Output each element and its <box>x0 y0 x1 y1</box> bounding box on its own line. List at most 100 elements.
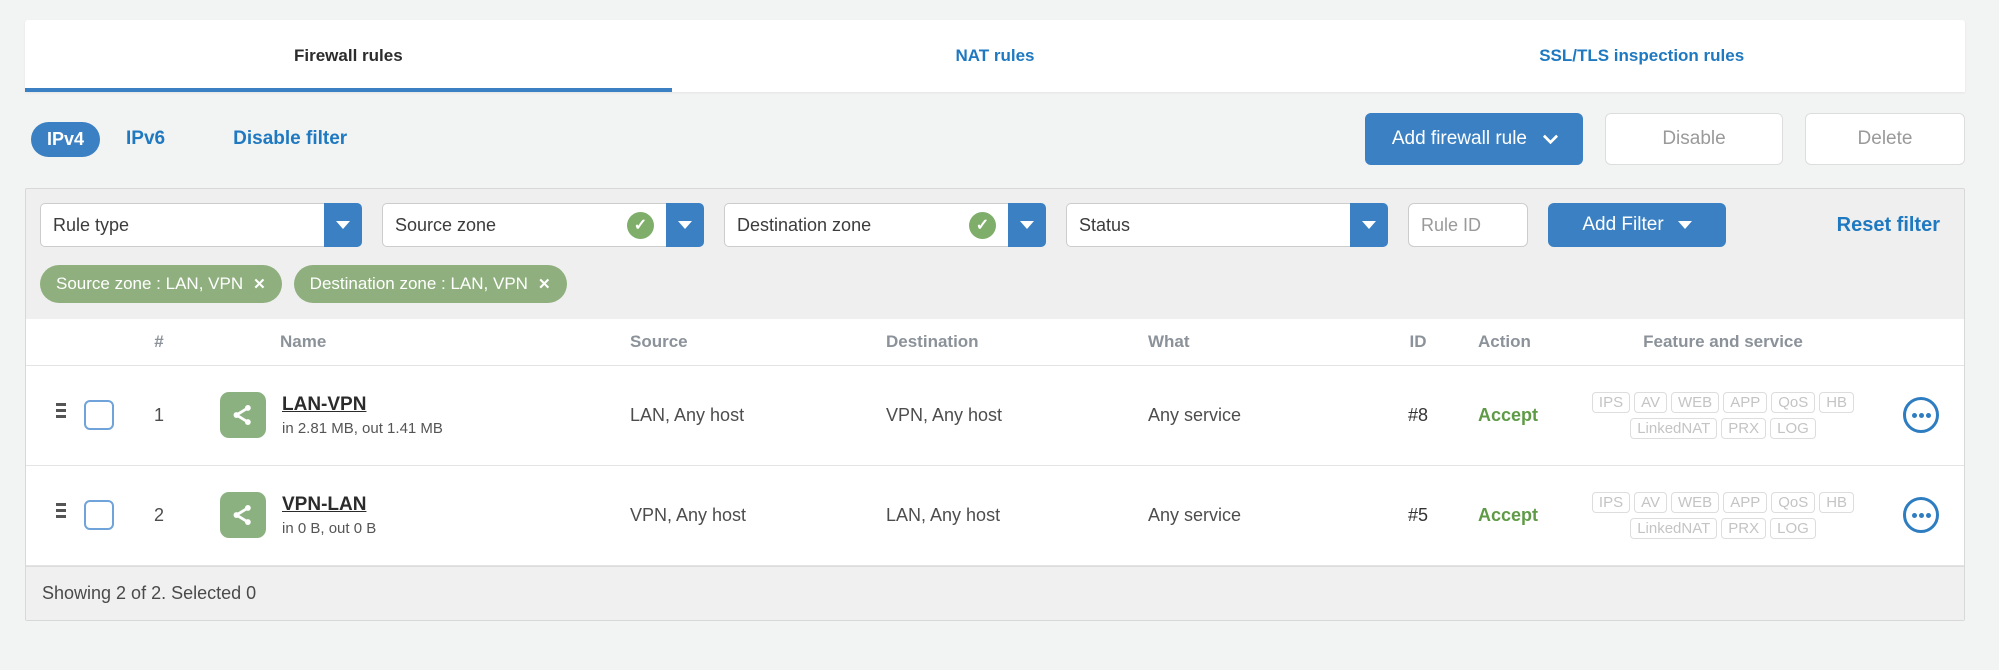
rule-action: Accept <box>1458 465 1568 566</box>
rule-source: VPN, Any host <box>610 465 866 566</box>
source-zone-dropdown-label: Source zone ✓ <box>382 203 666 247</box>
chip-remove-icon[interactable]: ✕ <box>538 275 551 293</box>
filter-row: Rule type Source zone ✓ Destination zone… <box>26 189 1964 259</box>
toolbar: IPv4 IPv6 Disable filter Add firewall ru… <box>25 92 1965 188</box>
active-filter-chips: Source zone : LAN, VPN ✕ Destination zon… <box>26 259 1964 319</box>
caret-down-icon <box>1020 221 1034 229</box>
dropdown-toggle-button[interactable] <box>1350 203 1388 247</box>
feature-badge: QoS <box>1771 491 1816 513</box>
destination-zone-dropdown[interactable]: Destination zone ✓ <box>724 203 1046 247</box>
rule-what: Any service <box>1128 365 1378 466</box>
tab-nat-rules[interactable]: NAT rules <box>672 20 1319 92</box>
share-icon-glyph <box>233 405 251 425</box>
header-drag <box>26 319 70 366</box>
dropdown-toggle-button[interactable] <box>1008 203 1046 247</box>
filter-applied-check-icon: ✓ <box>969 211 996 239</box>
header-id: ID <box>1378 319 1458 366</box>
rule-destination: VPN, Any host <box>866 365 1128 466</box>
rule-source: LAN, Any host <box>610 365 866 466</box>
status-dropdown-label: Status <box>1066 203 1350 247</box>
row-number: 1 <box>128 365 190 466</box>
dropdown-text: Destination zone <box>737 214 872 235</box>
source-zone-dropdown[interactable]: Source zone ✓ <box>382 203 704 247</box>
feature-badge: APP <box>1723 491 1768 513</box>
feature-badge: PRX <box>1721 417 1767 439</box>
page: Firewall rules NAT rules SSL/TLS inspect… <box>0 0 1999 621</box>
caret-down-icon <box>678 221 692 229</box>
add-filter-button[interactable]: Add Filter <box>1548 203 1726 247</box>
filter-chip-destination-zone[interactable]: Destination zone : LAN, VPN ✕ <box>293 265 567 303</box>
dropdown-toggle-button[interactable] <box>324 203 362 247</box>
rule-name-link[interactable]: LAN-VPN <box>282 394 443 416</box>
filter-applied-check-icon: ✓ <box>627 211 654 239</box>
dropdown-text: Status <box>1079 214 1131 235</box>
rule-traffic: in 0 B, out 0 B <box>282 519 377 537</box>
feature-badge: IPS <box>1591 391 1631 413</box>
caret-down-icon <box>1677 221 1692 229</box>
row-more-actions-button[interactable] <box>1903 397 1939 433</box>
chip-label: Source zone : LAN, VPN <box>56 274 244 293</box>
row-checkbox[interactable] <box>84 400 114 430</box>
disable-filter-link[interactable]: Disable filter <box>233 128 347 150</box>
table-header-row: # Name Source Destination What ID Action… <box>26 319 1964 366</box>
feature-badges: IPS AV WEB APP QoS HB LinkedNAT PRX LOG <box>1568 391 1878 439</box>
share-icon[interactable] <box>220 492 266 538</box>
row-number: 2 <box>128 465 190 566</box>
tab-bar: Firewall rules NAT rules SSL/TLS inspect… <box>25 20 1965 92</box>
drag-handle-icon[interactable] <box>56 503 66 506</box>
feature-badge: LOG <box>1770 417 1816 439</box>
header-more <box>1878 319 1964 366</box>
add-firewall-rule-button[interactable]: Add firewall rule <box>1364 113 1583 165</box>
rule-id-input[interactable] <box>1408 203 1528 247</box>
header-source: Source <box>610 319 866 366</box>
delete-button[interactable]: Delete <box>1805 113 1965 165</box>
header-destination: Destination <box>866 319 1128 366</box>
row-checkbox[interactable] <box>84 500 114 530</box>
tab-ssl-tls-inspection-rules[interactable]: SSL/TLS inspection rules <box>1318 20 1965 92</box>
header-name: Name <box>190 319 610 366</box>
header-select <box>70 319 128 366</box>
feature-badge: LOG <box>1770 517 1816 539</box>
chevron-down-icon <box>1542 128 1559 144</box>
header-action: Action <box>1458 319 1568 366</box>
feature-badge: HB <box>1819 391 1855 413</box>
row-more-actions-button[interactable] <box>1903 497 1939 533</box>
feature-badges: IPS AV WEB APP QoS HB LinkedNAT PRX LOG <box>1568 491 1878 539</box>
rule-destination: LAN, Any host <box>866 465 1128 566</box>
caret-down-icon <box>1362 221 1376 229</box>
dropdown-text: Rule type <box>53 214 130 235</box>
share-icon[interactable] <box>220 392 266 438</box>
tab-label: Firewall rules <box>294 46 403 65</box>
feature-badge: APP <box>1723 391 1768 413</box>
ipv4-toggle[interactable]: IPv4 <box>31 121 101 157</box>
feature-badge: LinkedNAT <box>1630 517 1718 539</box>
chip-label: Destination zone : LAN, VPN <box>309 274 528 293</box>
table-row: 1 LAN-VPN in 2.81 MB, out 1.41 MB LAN, A… <box>26 365 1964 466</box>
filter-chip-source-zone[interactable]: Source zone : LAN, VPN ✕ <box>40 265 282 303</box>
caret-down-icon <box>336 221 350 229</box>
chip-remove-icon[interactable]: ✕ <box>253 275 266 293</box>
reset-filter-link[interactable]: Reset filter <box>1837 214 1948 237</box>
rule-name-link[interactable]: VPN-LAN <box>282 494 376 516</box>
rule-type-dropdown[interactable]: Rule type <box>40 203 362 247</box>
feature-badge: WEB <box>1671 391 1720 413</box>
tab-label: NAT rules <box>955 46 1035 65</box>
disable-button[interactable]: Disable <box>1605 113 1783 165</box>
tab-firewall-rules[interactable]: Firewall rules <box>25 20 672 92</box>
dropdown-toggle-button[interactable] <box>666 203 704 247</box>
feature-badge: LinkedNAT <box>1630 417 1718 439</box>
header-number: # <box>128 319 190 366</box>
table-row: 2 VPN-LAN in 0 B, out 0 B VPN, Any host … <box>26 465 1964 566</box>
destination-zone-dropdown-label: Destination zone ✓ <box>724 203 1008 247</box>
rule-action: Accept <box>1458 365 1568 466</box>
ipv6-toggle[interactable]: IPv6 <box>126 128 165 150</box>
feature-badge: QoS <box>1771 391 1816 413</box>
add-filter-label: Add Filter <box>1582 214 1664 235</box>
feature-badge: HB <box>1819 491 1855 513</box>
drag-handle-icon[interactable] <box>56 403 66 406</box>
status-dropdown[interactable]: Status <box>1066 203 1388 247</box>
table-footer: Showing 2 of 2. Selected 0 <box>26 565 1964 620</box>
showing-status: Showing 2 of 2. Selected 0 <box>42 582 257 603</box>
feature-badge: PRX <box>1721 517 1767 539</box>
dropdown-text: Source zone <box>395 214 497 235</box>
